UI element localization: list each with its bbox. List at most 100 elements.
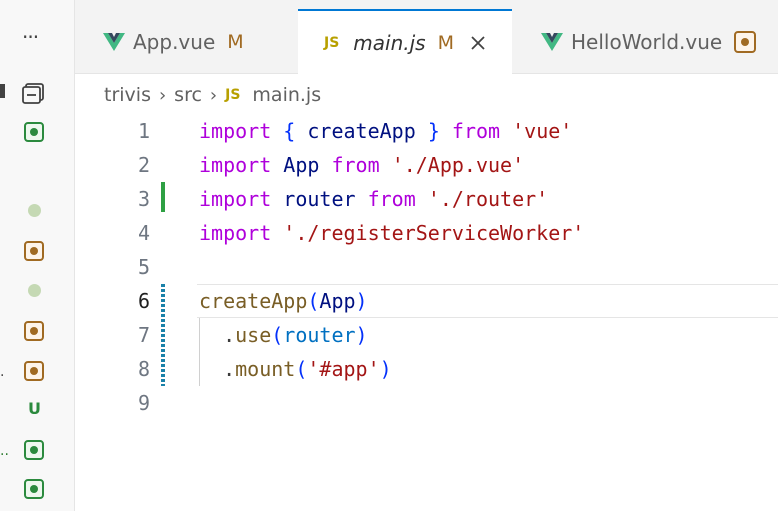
code-line[interactable]: 1 import { createApp } from 'vue' <box>75 114 778 148</box>
more-actions-button[interactable]: ··· <box>22 27 39 47</box>
tree-indent-marker <box>0 84 5 98</box>
tab-modified-indicator: M <box>227 31 244 53</box>
truncated-filename[interactable]: . <box>0 365 4 379</box>
code-line[interactable]: 5 <box>75 250 778 284</box>
code-token: '#app' <box>307 357 380 381</box>
code-line[interactable]: 2 import App from './App.vue' <box>75 148 778 182</box>
untracked-badge: U <box>28 399 41 418</box>
code-token: router <box>283 187 356 211</box>
code-text: .use(router) <box>199 318 368 352</box>
vue-icon <box>541 33 563 51</box>
code-token: from <box>367 187 416 211</box>
tab-label: main.js <box>353 30 426 55</box>
code-token: . <box>199 357 236 381</box>
truncated-filename[interactable]: .. <box>0 444 9 458</box>
code-token: ( <box>271 323 284 347</box>
code-token: import <box>199 153 272 177</box>
breadcrumb-item[interactable]: trivis <box>104 84 151 106</box>
line-number: 6 <box>137 289 150 313</box>
line-number: 5 <box>137 255 150 279</box>
code-token: ) <box>355 323 368 347</box>
code-line[interactable]: 9 <box>75 386 778 420</box>
vue-icon <box>103 33 125 51</box>
code-token: App <box>283 153 320 177</box>
code-token: ( <box>307 289 320 313</box>
code-token: . <box>199 323 236 347</box>
code-text: createApp(App) <box>199 284 368 318</box>
collapse-folders-icon[interactable] <box>22 82 46 104</box>
code-token: ) <box>355 289 368 313</box>
code-token: createApp <box>307 119 416 143</box>
line-number: 4 <box>137 221 150 245</box>
code-token: { <box>283 119 296 143</box>
modified-badge-icon <box>24 241 44 261</box>
code-token: createApp <box>199 289 308 313</box>
code-text: import App from './App.vue' <box>199 148 524 182</box>
code-token: './registerServiceWorker' <box>283 221 585 245</box>
code-token: from <box>451 119 501 143</box>
code-token: use <box>235 323 272 347</box>
code-token: router <box>283 323 356 347</box>
code-token: 'vue' <box>512 119 573 143</box>
added-badge-icon <box>24 122 44 142</box>
breadcrumb: trivis › src › JS main.js <box>104 82 321 108</box>
code-line[interactable]: 6 createApp(App) <box>75 284 778 318</box>
code-line[interactable]: 4 import './registerServiceWorker' <box>75 216 778 250</box>
code-token: ) <box>379 357 392 381</box>
close-icon[interactable] <box>468 33 488 53</box>
line-number: 7 <box>137 323 150 347</box>
code-token: App <box>319 289 356 313</box>
code-text: import { createApp } from 'vue' <box>199 114 572 148</box>
line-number: 3 <box>137 187 150 211</box>
breadcrumb-item[interactable]: main.js <box>252 84 321 106</box>
line-number: 8 <box>137 357 150 381</box>
folder-status-dot-icon <box>28 284 41 297</box>
breadcrumb-item[interactable]: src <box>174 84 202 106</box>
chevron-right-icon: › <box>209 84 218 106</box>
code-text: .mount('#app') <box>199 352 392 386</box>
code-line[interactable]: 8 .mount('#app') <box>75 352 778 386</box>
added-badge-icon <box>24 479 44 499</box>
modified-badge-icon <box>24 321 44 341</box>
code-token: './App.vue' <box>391 153 525 177</box>
code-line[interactable]: 7 .use(router) <box>75 318 778 352</box>
explorer-strip: ··· . U .. <box>0 0 75 511</box>
tab-helloworld-vue[interactable]: HelloWorld.vue <box>541 10 778 74</box>
added-badge-icon <box>24 440 44 460</box>
tab-label: HelloWorld.vue <box>571 30 723 54</box>
code-token: mount <box>235 357 296 381</box>
code-token: import <box>199 187 272 211</box>
code-text: import './registerServiceWorker' <box>199 216 584 250</box>
tab-app-vue[interactable]: App.vue M <box>103 10 283 74</box>
line-number: 1 <box>137 119 150 143</box>
code-text: import router from './router' <box>199 182 548 216</box>
code-token: } <box>427 119 440 143</box>
tab-main-js[interactable]: JS main.js M <box>298 9 512 74</box>
code-line[interactable]: 3 import router from './router' <box>75 182 778 216</box>
code-editor[interactable]: 1 import { createApp } from 'vue' 2 import … <box>75 112 778 511</box>
code-token: './router' <box>427 187 549 211</box>
editor-tab-bar: App.vue M JS main.js M HelloWorld.vue <box>75 0 778 74</box>
code-token: import <box>199 119 272 143</box>
folder-status-dot-icon <box>28 204 41 217</box>
line-number: 2 <box>137 153 150 177</box>
code-token: import <box>199 221 272 245</box>
modified-badge-icon <box>734 31 757 53</box>
tab-label: App.vue <box>133 30 216 54</box>
line-number: 9 <box>137 391 150 415</box>
code-token: from <box>331 153 380 177</box>
chevron-right-icon: › <box>158 84 167 106</box>
tab-modified-indicator: M <box>437 31 455 54</box>
